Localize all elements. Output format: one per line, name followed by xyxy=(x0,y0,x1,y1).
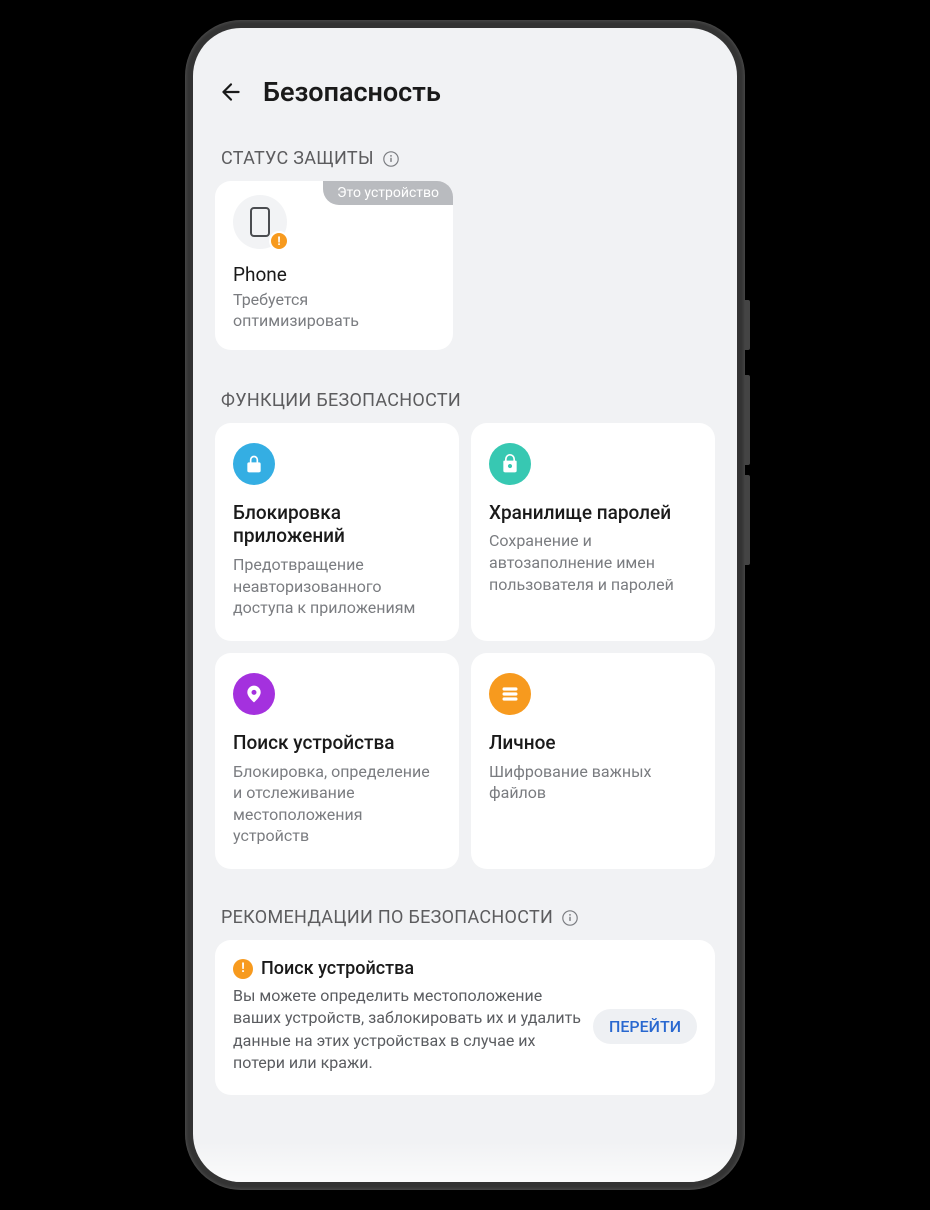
recommendation-card: ! Поиск устройства Вы можете определить … xyxy=(215,940,715,1095)
feature-find-device[interactable]: Поиск устройства Блокировка, определение… xyxy=(215,653,459,869)
vault-icon xyxy=(489,443,531,485)
device-name: Phone xyxy=(233,263,435,286)
alert-badge-icon: ! xyxy=(269,231,289,251)
section-title: ФУНКЦИИ БЕЗОПАСНОСТИ xyxy=(221,390,461,411)
lock-icon xyxy=(233,443,275,485)
feature-title: Блокировка приложений xyxy=(233,501,441,549)
recommendation-desc: Вы можете определить местоположение ваши… xyxy=(233,985,581,1075)
location-pin-icon xyxy=(233,673,275,715)
section-title: СТАТУС ЗАЩИТЫ xyxy=(221,148,374,169)
section-header-recommendations: РЕКОМЕНДАЦИИ ПО БЕЗОПАСНОСТИ xyxy=(193,869,737,940)
device-badge: Это устройство xyxy=(323,181,453,205)
device-card[interactable]: Это устройство ! Phone Требуется оптимиз… xyxy=(215,181,453,350)
feature-desc: Блокировка, определение и отслеживание м… xyxy=(233,761,441,847)
feature-app-lock[interactable]: Блокировка приложений Предотвращение неа… xyxy=(215,423,459,641)
device-status: Требуется оптимизировать xyxy=(233,290,435,332)
recommendation-title: Поиск устройства xyxy=(261,958,414,979)
phone-icon xyxy=(250,207,270,237)
storage-icon xyxy=(489,673,531,715)
feature-desc: Предотвращение неавторизованного доступа… xyxy=(233,554,441,619)
section-header-features: ФУНКЦИИ БЕЗОПАСНОСТИ xyxy=(193,350,737,423)
section-title: РЕКОМЕНДАЦИИ ПО БЕЗОПАСНОСТИ xyxy=(221,907,553,928)
feature-private[interactable]: Личное Шифрование важных файлов xyxy=(471,653,715,869)
alert-icon: ! xyxy=(233,959,253,979)
page-title: Безопасность xyxy=(263,76,441,108)
info-icon[interactable] xyxy=(561,909,579,927)
feature-desc: Шифрование важных файлов xyxy=(489,761,697,804)
feature-desc: Сохранение и автозаполнение имен пользов… xyxy=(489,530,697,595)
back-button[interactable] xyxy=(217,78,245,106)
feature-title: Личное xyxy=(489,731,697,755)
section-header-protection: СТАТУС ЗАЩИТЫ xyxy=(193,130,737,181)
feature-password-vault[interactable]: Хранилище паролей Сохранение и автозапол… xyxy=(471,423,715,641)
feature-title: Поиск устройства xyxy=(233,731,441,755)
feature-title: Хранилище паролей xyxy=(489,501,697,525)
info-icon[interactable] xyxy=(382,150,400,168)
arrow-left-icon xyxy=(218,79,244,105)
header: Безопасность xyxy=(193,28,737,130)
go-button[interactable]: ПЕРЕЙТИ xyxy=(593,1009,697,1044)
